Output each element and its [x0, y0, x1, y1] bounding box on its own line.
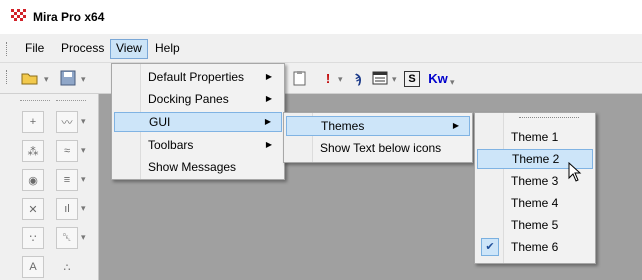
menu-item-gui[interactable]: GUI ▶: [114, 112, 282, 132]
window-title: Mira Pro x64: [33, 10, 105, 24]
line-plot-dropdown-icon[interactable]: ▾: [81, 116, 86, 127]
menu-item-label: Theme 5: [511, 218, 559, 232]
mouse-cursor-icon: [568, 162, 582, 182]
menu-item-label: Theme 3: [511, 174, 559, 188]
menu-item-docking-panes[interactable]: Docking Panes ▶: [114, 89, 282, 109]
menu-item-label: Show Text below icons: [320, 141, 442, 155]
themes-menu-grip-icon: [519, 117, 579, 120]
save-icon[interactable]: [58, 68, 78, 88]
panel-grip-icon-2[interactable]: [56, 100, 86, 103]
panel-grip-icon[interactable]: [20, 100, 50, 103]
form-dropdown-arrow-icon[interactable]: ▾: [392, 74, 397, 85]
paste-icon[interactable]: [290, 68, 310, 88]
menu-item-label: Theme 4: [511, 196, 559, 210]
menu-item-theme-6[interactable]: ✔ Theme 6: [477, 237, 593, 257]
menu-item-theme-1[interactable]: Theme 1: [477, 127, 593, 147]
menu-item-label: Theme 2: [512, 152, 560, 166]
scatter-tool-icon[interactable]: ∵: [22, 227, 44, 249]
menu-item-label: Show Messages: [148, 160, 237, 174]
view-menu: Default Properties ▶ Docking Panes ▶ GUI…: [111, 63, 285, 180]
menu-item-themes[interactable]: Themes ▶: [286, 116, 470, 136]
menu-help[interactable]: Help: [150, 39, 185, 57]
form-icon[interactable]: [370, 68, 390, 88]
submenu-arrow-icon: ▶: [265, 94, 272, 103]
grid-tool-icon[interactable]: ⁂: [22, 140, 44, 162]
wave-plot-tool-icon[interactable]: ≈: [56, 140, 78, 162]
menu-item-label: GUI: [149, 115, 171, 129]
open-folder-icon[interactable]: [20, 68, 40, 88]
menu-item-label: Themes: [321, 119, 365, 133]
menu-item-label: Toolbars: [148, 138, 194, 152]
axis-tool-icon[interactable]: ≡: [56, 169, 78, 191]
filter-tool-icon[interactable]: ␡: [56, 227, 78, 249]
submenu-arrow-icon: ▶: [264, 117, 271, 126]
menu-item-label: Theme 1: [511, 130, 559, 144]
alert-icon[interactable]: !: [318, 68, 338, 88]
axis-dropdown-icon[interactable]: ▾: [81, 174, 86, 185]
checkmark-icon: ✔: [481, 238, 499, 256]
histogram-tool-icon[interactable]: ıl: [56, 198, 78, 220]
menu-process[interactable]: Process: [56, 39, 109, 57]
alert-dropdown-arrow-icon[interactable]: ▾: [338, 74, 343, 85]
menu-item-label: Theme 6: [511, 240, 559, 254]
dots-tool-icon[interactable]: ∴: [56, 256, 78, 278]
wave-plot-dropdown-icon[interactable]: ▾: [81, 145, 86, 156]
app-logo-icon: [11, 9, 26, 21]
crosshair-tool-icon[interactable]: +: [22, 111, 44, 133]
submenu-arrow-icon: ▶: [452, 121, 459, 130]
submenu-arrow-icon: ▶: [265, 72, 272, 81]
target-tool-icon[interactable]: ◉: [22, 169, 44, 191]
menubar-grip-icon[interactable]: [6, 42, 9, 56]
cross-tool-icon[interactable]: ✕: [22, 198, 44, 220]
menu-item-default-properties[interactable]: Default Properties ▶: [114, 67, 282, 87]
title-bar: Mira Pro x64: [0, 0, 642, 34]
menu-item-label: Docking Panes: [148, 92, 229, 106]
save-dropdown-arrow-icon[interactable]: ▾: [81, 74, 86, 85]
open-dropdown-arrow-icon[interactable]: ▾: [44, 74, 49, 85]
line-plot-tool-icon[interactable]: 〰: [56, 111, 78, 133]
gui-submenu: Themes ▶ Show Text below icons: [283, 112, 473, 163]
menu-file[interactable]: File: [20, 39, 49, 57]
menu-item-show-text-below-icons[interactable]: Show Text below icons: [286, 138, 470, 158]
filter-dropdown-icon[interactable]: ▾: [81, 232, 86, 243]
menu-item-theme-5[interactable]: Theme 5: [477, 215, 593, 235]
themes-submenu: Theme 1 Theme 2 Theme 3 Theme 4 Theme 5 …: [474, 112, 596, 264]
menu-view[interactable]: View: [110, 39, 148, 59]
toolbar-overflow-icon[interactable]: ▾: [450, 77, 455, 88]
menu-item-theme-4[interactable]: Theme 4: [477, 193, 593, 213]
menu-item-toolbars[interactable]: Toolbars ▶: [114, 135, 282, 155]
text-tool-icon[interactable]: A: [22, 256, 44, 278]
kw-icon[interactable]: Kw: [428, 68, 448, 88]
menu-item-label: Default Properties: [148, 70, 245, 84]
menu-item-show-messages[interactable]: Show Messages: [114, 157, 282, 177]
histogram-dropdown-icon[interactable]: ▾: [81, 203, 86, 214]
s-icon[interactable]: S: [404, 71, 420, 87]
toolbar-grip-icon[interactable]: [6, 70, 9, 84]
glasses-icon[interactable]: ϡ: [348, 68, 368, 88]
submenu-arrow-icon: ▶: [265, 140, 272, 149]
